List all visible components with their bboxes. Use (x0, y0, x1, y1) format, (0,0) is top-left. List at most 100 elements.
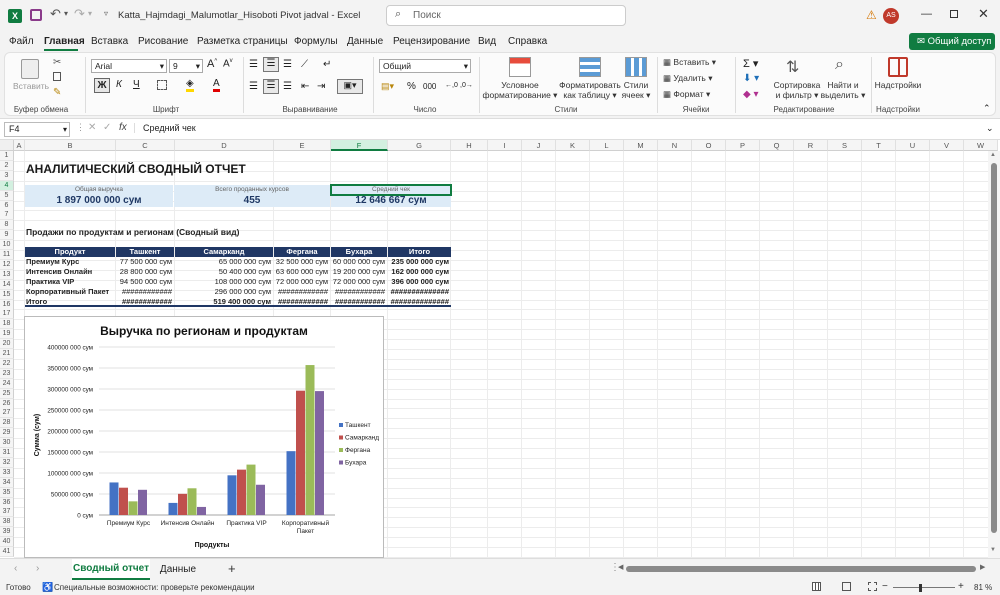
row-header[interactable]: 17 (0, 309, 14, 320)
chart-bar[interactable] (178, 493, 187, 515)
share-button[interactable]: ✉ Общий доступ (909, 33, 995, 50)
cell-styles-button[interactable]: Стили ячеек ▾ (617, 80, 655, 100)
tab-view[interactable]: Вид (478, 36, 496, 47)
merge-center-icon[interactable]: ▣▾ (337, 79, 363, 94)
redo-dropdown-icon[interactable]: ▾ (88, 9, 92, 18)
column-header[interactable]: R (794, 140, 828, 151)
comma-style-icon[interactable]: 000 (423, 82, 436, 91)
row-header[interactable]: 24 (0, 378, 14, 389)
cell-styles-icon[interactable] (625, 57, 647, 77)
table-header[interactable]: Бухара (331, 247, 387, 257)
column-header[interactable]: L (590, 140, 624, 151)
chart-bar[interactable] (256, 484, 265, 515)
row-header[interactable]: 31 (0, 448, 14, 458)
align-middle-icon[interactable]: ☰ (263, 57, 279, 72)
chart-area[interactable]: Выручка по регионам и продуктам Сумма (с… (24, 316, 384, 558)
addins-icon[interactable] (888, 57, 908, 77)
fill-color-icon[interactable]: ◈ (186, 78, 194, 92)
row-header[interactable]: 41 (0, 547, 14, 557)
align-center-icon[interactable]: ☰ (263, 79, 279, 94)
row-header[interactable]: 4 (0, 180, 14, 191)
row-header[interactable]: 40 (0, 537, 14, 548)
find-select-icon[interactable]: ⌕ (835, 56, 844, 74)
format-as-table-button[interactable]: Форматировать как таблицу ▾ (557, 80, 623, 100)
column-header[interactable]: K (556, 140, 590, 151)
row-header[interactable]: 7 (0, 210, 14, 221)
table-header[interactable]: Ташкент (116, 247, 174, 257)
column-header[interactable]: A (14, 140, 25, 151)
table-header[interactable]: Итого (388, 247, 451, 257)
table-cell[interactable]: 296 000 000 сум (175, 287, 273, 297)
indent-increase-icon[interactable]: ⇥ (317, 81, 325, 92)
row-header[interactable]: 9 (0, 230, 14, 241)
chart-bar[interactable] (168, 502, 178, 515)
save-icon[interactable] (30, 9, 42, 21)
table-cell[interactable]: 32 500 000 сум (274, 257, 330, 267)
redo-icon[interactable]: ↷ (74, 6, 85, 22)
chart-bar[interactable] (187, 488, 197, 515)
font-shrink-icon[interactable]: Av (223, 58, 233, 69)
next-sheet-icon[interactable]: › (36, 563, 39, 574)
vertical-scrollbar[interactable]: ▲ ▼ (988, 151, 1000, 558)
close-icon[interactable]: ✕ (978, 6, 989, 22)
clear-icon[interactable]: ◆ ▾ (743, 89, 759, 100)
minimize-icon[interactable]: — (921, 8, 932, 20)
column-header[interactable]: M (624, 140, 658, 151)
paste-icon[interactable] (21, 59, 39, 79)
sheet-tab-data[interactable]: Данные (156, 561, 200, 579)
column-header[interactable]: C (116, 140, 175, 151)
row-header[interactable]: 23 (0, 368, 14, 379)
row-header[interactable]: 5 (0, 190, 14, 201)
row-header[interactable]: 28 (0, 418, 14, 429)
undo-dropdown-icon[interactable]: ▾ (64, 9, 68, 18)
undo-icon[interactable]: ↶ (50, 6, 61, 22)
find-select-button[interactable]: Найти и выделить ▾ (819, 80, 867, 100)
sort-filter-icon[interactable]: ⇅ (786, 57, 799, 77)
table-cell[interactable]: 65 000 000 сум (175, 257, 273, 267)
chart-bar[interactable] (138, 489, 147, 515)
row-header[interactable]: 32 (0, 457, 14, 468)
normal-view-icon[interactable] (812, 582, 821, 591)
table-cell[interactable]: 162 000 000 сум (388, 267, 451, 277)
wrap-text-icon[interactable]: ↵ (323, 59, 331, 70)
tab-data[interactable]: Данные (347, 36, 383, 47)
column-header[interactable]: T (862, 140, 896, 151)
table-cell[interactable]: ############ (331, 287, 387, 297)
row-header[interactable]: 38 (0, 517, 14, 528)
select-all-corner[interactable] (0, 140, 14, 151)
zoom-slider-thumb[interactable] (919, 584, 922, 592)
addins-button[interactable]: Надстройки (873, 80, 923, 90)
column-header[interactable]: U (896, 140, 930, 151)
cut-icon[interactable]: ✂ (53, 57, 61, 68)
font-grow-icon[interactable]: A^ (207, 58, 217, 70)
table-row-label[interactable]: Корпоративный Пакет (25, 287, 115, 297)
tab-page-layout[interactable]: Разметка страницы (197, 36, 288, 47)
table-cell[interactable]: 72 000 000 сум (274, 277, 330, 287)
insert-function-icon[interactable]: fx (119, 122, 127, 133)
bold-button[interactable]: Ж (94, 78, 110, 93)
tab-help[interactable]: Справка (508, 36, 547, 47)
row-header[interactable]: 6 (0, 200, 14, 211)
percent-icon[interactable]: % (407, 81, 416, 92)
page-break-view-icon[interactable] (868, 582, 877, 591)
table-cell[interactable]: 108 000 000 сум (175, 277, 273, 287)
font-size-select[interactable]: 9 ▾ (169, 59, 203, 73)
horizontal-scrollbar[interactable]: ◀ ▶ (618, 563, 988, 575)
row-header[interactable]: 11 (0, 250, 14, 260)
chart-bar[interactable] (315, 391, 324, 515)
chart-bar[interactable] (227, 475, 237, 515)
row-header[interactable]: 16 (0, 299, 14, 310)
align-right-icon[interactable]: ☰ (283, 81, 292, 92)
accessibility-icon[interactable]: ♿ (42, 582, 53, 593)
worksheet-grid[interactable]: ABCDEFGHIJKLMNOPQRSTUVW 1 2 3 4 5 6 7 8 9 10 11 12 1… (0, 140, 1000, 558)
zoom-out-icon[interactable]: − (882, 581, 888, 592)
column-header[interactable]: H (451, 140, 488, 151)
align-left-icon[interactable]: ☰ (249, 81, 258, 92)
column-header[interactable]: P (726, 140, 760, 151)
row-header[interactable]: 14 (0, 279, 14, 290)
align-bottom-icon[interactable]: ☰ (283, 59, 292, 70)
column-header[interactable]: O (692, 140, 726, 151)
chart-bar[interactable] (237, 469, 246, 515)
table-row-label[interactable]: Интенсив Онлайн (25, 267, 115, 277)
format-painter-icon[interactable]: ✎ (53, 87, 61, 98)
